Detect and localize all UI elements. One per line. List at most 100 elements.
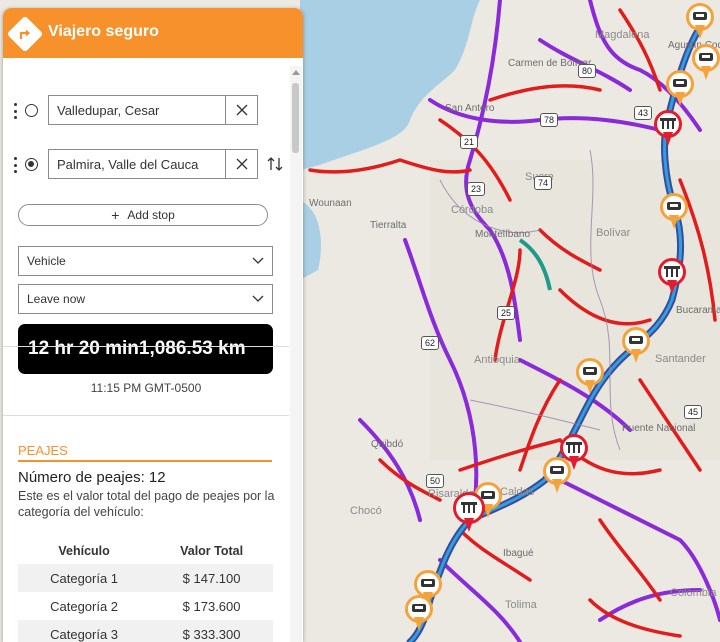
- directions-panel: Viajero seguro Valledupar, Cesar Palmira…: [3, 8, 303, 642]
- value-cell: $ 147.100: [150, 564, 273, 592]
- toll-booth-icon: [673, 79, 687, 87]
- toll-pin[interactable]: [660, 193, 688, 231]
- toll-pin[interactable]: [405, 595, 433, 633]
- close-icon: [236, 104, 247, 116]
- scrollbar-thumb[interactable]: [292, 83, 299, 153]
- clear-origin-button[interactable]: [225, 96, 257, 124]
- toll-booth-icon: [629, 336, 643, 344]
- toll-pin[interactable]: [576, 358, 604, 396]
- road-shield: 80: [578, 64, 597, 78]
- table-row: Categoría 1 $ 147.100: [18, 564, 273, 592]
- value-cell: $ 173.600: [182, 598, 241, 614]
- map-label-place: Wounaan: [309, 198, 352, 209]
- map-label-place: Bucaramanga: [676, 305, 720, 316]
- toll-gate-icon: [461, 502, 477, 513]
- panel-header: Viajero seguro: [3, 8, 303, 58]
- scroll-up-arrow-icon[interactable]: [292, 70, 300, 75]
- toll-pin[interactable]: [666, 70, 694, 108]
- origin-input[interactable]: Valledupar, Cesar: [48, 95, 258, 125]
- toll-gate-icon: [660, 118, 676, 129]
- map-label-place: Chocó: [350, 505, 382, 517]
- toll-booth-icon: [667, 202, 681, 210]
- route-duration: 12 hr 20 min: [28, 338, 139, 359]
- category-cell: Categoría 1: [18, 564, 151, 592]
- category-cell: Categoría 3: [18, 620, 151, 642]
- road-shield: 43: [634, 106, 653, 120]
- arrival-time: 11:15 PM GMT-0500: [90, 381, 202, 395]
- clear-destination-button[interactable]: [225, 150, 257, 178]
- toll-pin[interactable]: [622, 327, 650, 365]
- toll-booth-icon: [421, 579, 435, 587]
- vehicle-select-value: Vehicle: [27, 254, 66, 268]
- road-shield: 45: [684, 405, 703, 419]
- map-label-place: Quibdó: [371, 439, 404, 450]
- add-stop-label: Add stop: [127, 208, 175, 222]
- map-label-place: Tolima: [505, 599, 537, 611]
- toll-table: Vehículo Valor Total Categoría 1 $ 147.1…: [18, 538, 273, 642]
- sea-area: [300, 0, 480, 170]
- map-label-place: Magdalena: [595, 29, 650, 41]
- toll-pin[interactable]: [543, 457, 571, 495]
- route-summary: 12 hr 20 min 1,086.53 km: [18, 324, 273, 374]
- table-row: Categoría 3 $ 333.300: [18, 620, 273, 642]
- road-shield: 74: [534, 176, 553, 190]
- toll-booth-icon: [699, 53, 713, 61]
- destination-value[interactable]: Palmira, Valle del Cauca: [49, 157, 225, 172]
- map-label-place: Puente Nacional: [622, 423, 696, 434]
- tolls-description: Este es el valor total del pago de peaje…: [18, 489, 275, 519]
- toll-gate-icon: [566, 442, 582, 453]
- tolls-count: Número de peajes: 12: [18, 469, 166, 486]
- stop-radio-selected[interactable]: [25, 158, 38, 171]
- stop-radio[interactable]: [25, 104, 38, 117]
- column-header: Valor Total: [180, 544, 244, 558]
- column-header: Vehículo: [58, 544, 110, 558]
- table-row: Categoría 2 $ 173.600: [18, 592, 273, 620]
- road-shield: 21: [460, 135, 479, 149]
- stop-row-origin: Valledupar, Cesar: [12, 95, 292, 127]
- destination-input[interactable]: Palmira, Valle del Cauca: [48, 149, 258, 179]
- road-shield: 62: [421, 336, 440, 350]
- swap-stops-icon[interactable]: [266, 155, 284, 173]
- map-label-place: Ibagué: [503, 548, 534, 559]
- map-label-place: Tierralta: [370, 220, 407, 231]
- toll-pin-alert[interactable]: [658, 258, 686, 296]
- divider: [3, 415, 289, 416]
- road-shield: 50: [426, 474, 445, 488]
- map-label-place: Caldas: [500, 486, 535, 498]
- road-shield: 23: [467, 182, 486, 196]
- plus-icon: +: [111, 207, 120, 223]
- toll-pin-alert[interactable]: [654, 110, 682, 148]
- category-cell: Categoría 2: [50, 598, 119, 614]
- value-cell: $ 333.300: [150, 620, 273, 642]
- toll-booth-icon: [693, 12, 707, 20]
- close-icon: [236, 158, 247, 170]
- toll-pin[interactable]: [692, 44, 720, 82]
- drag-handle-icon[interactable]: [14, 157, 17, 173]
- map-label-place: Santander: [655, 353, 706, 365]
- divider: [3, 346, 289, 347]
- toll-booth-icon: [550, 466, 564, 474]
- table-header-row: Vehículo Valor Total: [18, 538, 273, 564]
- toll-gate-icon: [664, 266, 680, 277]
- map-label-place: Antioquia: [474, 354, 520, 366]
- toll-booth-icon: [583, 367, 597, 375]
- map-label-place: Bolívar: [596, 227, 631, 239]
- add-stop-button[interactable]: + Add stop: [18, 204, 268, 226]
- map-label-place: Córdoba: [451, 204, 494, 216]
- app-title: Viajero seguro: [48, 23, 159, 40]
- origin-value[interactable]: Valledupar, Cesar: [49, 103, 225, 118]
- stop-row-destination: Palmira, Valle del Cauca: [12, 149, 292, 181]
- road-shield: 78: [540, 113, 559, 127]
- vehicle-select[interactable]: Vehicle: [18, 246, 273, 276]
- map-label-place: San Antero: [445, 103, 495, 114]
- road-shield: 25: [497, 306, 516, 320]
- tolls-heading: PEAJES: [18, 443, 272, 462]
- drag-handle-icon[interactable]: [14, 103, 17, 119]
- route-distance: 1,086.53 km: [138, 338, 246, 359]
- toll-pin-selected[interactable]: [453, 492, 485, 536]
- toll-booth-icon: [412, 604, 426, 612]
- map-label-place: Colombia: [670, 587, 717, 599]
- departure-time-select[interactable]: Leave now: [18, 284, 273, 314]
- toll-pin[interactable]: [686, 3, 714, 41]
- chevron-down-icon: [252, 295, 264, 302]
